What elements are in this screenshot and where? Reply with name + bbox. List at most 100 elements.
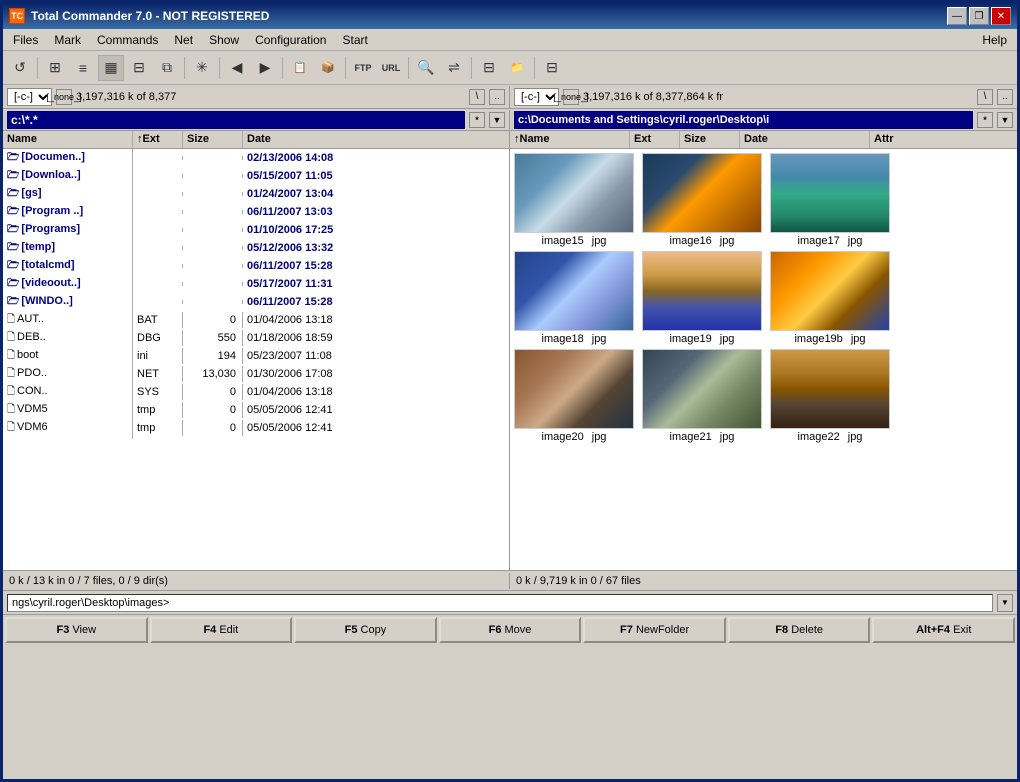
left-file-row[interactable]: 🗋VDM6 tmp 0 05/05/2006 12:41 [3,419,509,437]
file-date-cell: 06/11/2007 15:28 [243,258,509,274]
left-file-row[interactable]: 🗁[Programs] 01/10/2006 17:25 [3,221,509,239]
close-button[interactable]: ✕ [991,7,1011,25]
thumbnail-item[interactable]: image19b jpg [770,251,890,345]
left-drive-select[interactable]: [-c-] [7,88,52,106]
left-col-date-header[interactable]: Date [243,131,509,148]
left-filter-btn[interactable]: * [469,112,485,128]
toolbar-new-folder[interactable]: ✳ [189,55,215,81]
thumbnail-image [514,349,634,429]
left-file-row[interactable]: 🗁[gs] 01/24/2007 13:04 [3,185,509,203]
fkey-f4[interactable]: F4 Edit [150,617,293,643]
left-file-row[interactable]: 🗁[Program ..] 06/11/2007 13:03 [3,203,509,221]
fkey-f3[interactable]: F3 View [5,617,148,643]
toolbar-unpack[interactable]: 📁 [504,55,530,81]
toolbar-copy[interactable]: 📋 [287,55,313,81]
right-col-size-header[interactable]: Size [680,131,740,148]
toolbar-find[interactable]: 🔍 [413,55,439,81]
left-backslash-btn[interactable]: \ [469,89,485,105]
menu-start[interactable]: Start [336,31,373,49]
command-dropdown[interactable]: ▼ [997,594,1013,612]
file-date-cell: 01/04/2006 13:18 [243,384,509,400]
left-path[interactable]: c:\*.* [7,111,465,129]
right-up-btn[interactable]: .. [997,89,1013,105]
thumb-ext: jpg [848,235,863,247]
menu-commands[interactable]: Commands [91,31,164,49]
right-col-name-header[interactable]: ↑Name [510,131,630,148]
file-date-cell: 01/04/2006 13:18 [243,312,509,328]
fkey-f7[interactable]: F7 NewFolder [583,617,726,643]
file-icon: 🗋 [7,350,15,361]
left-col-name-header[interactable]: Name [3,131,133,148]
thumbnail-item[interactable]: image21 jpg [642,349,762,443]
toolbar-forward[interactable]: ▶ [252,55,278,81]
left-file-row[interactable]: 🗋CON.. SYS 0 01/04/2006 13:18 [3,383,509,401]
left-file-row[interactable]: 🗁[WINDO..] 06/11/2007 15:28 [3,293,509,311]
left-file-row[interactable]: 🗁[videoout..] 05/17/2007 11:31 [3,275,509,293]
toolbar-url[interactable]: URL [378,55,404,81]
right-col-date-header[interactable]: Date [740,131,870,148]
right-backslash-btn[interactable]: \ [977,89,993,105]
thumb-ext: jpg [592,431,607,443]
menu-help[interactable]: Help [976,31,1013,49]
file-icon: 🗁 [7,206,19,217]
right-filter-btn[interactable]: * [977,112,993,128]
file-size-cell [183,156,243,160]
left-file-row[interactable]: 🗋PDO.. NET 13,030 01/30/2006 17:08 [3,365,509,383]
right-volume-btn[interactable]: [_none_] [563,89,579,105]
toolbar-detail-view[interactable]: ≡ [70,55,96,81]
command-input[interactable] [7,594,993,612]
thumbnail-item[interactable]: image16 jpg [642,153,762,247]
menu-files[interactable]: Files [7,31,44,49]
left-file-row[interactable]: 🗋boot ini 194 05/23/2007 11:08 [3,347,509,365]
left-volume-btn[interactable]: [_none_] [56,89,72,105]
left-file-row[interactable]: 🗋VDM5 tmp 0 05/05/2006 12:41 [3,401,509,419]
right-path[interactable]: c:\Documents and Settings\cyril.roger\De… [514,111,973,129]
fkey-f6[interactable]: F6 Move [439,617,582,643]
left-file-row[interactable]: 🗁[temp] 05/12/2006 13:32 [3,239,509,257]
minimize-button[interactable]: — [947,7,967,25]
thumbnail-item[interactable]: image17 jpg [770,153,890,247]
left-col-size-header[interactable]: Size [183,131,243,148]
toolbar-extra1[interactable]: ⊟ [539,55,565,81]
toolbar-refresh[interactable]: ↺ [7,55,33,81]
fkey-f8[interactable]: F8 Delete [728,617,871,643]
toolbar-ftp[interactable]: FTP [350,55,376,81]
left-path-dropdown[interactable]: ▼ [489,112,505,128]
thumbnail-item[interactable]: image18 jpg [514,251,634,345]
left-file-row[interactable]: 🗁[Downloa..] 05/15/2007 11:05 [3,167,509,185]
menu-net[interactable]: Net [168,31,199,49]
thumbnail-image [514,251,634,331]
restore-button[interactable]: ❐ [969,7,989,25]
toolbar-move[interactable]: 📦 [315,55,341,81]
toolbar-pack[interactable]: ⊟ [476,55,502,81]
file-icon: 🗁 [7,260,19,271]
toolbar-sync[interactable]: ⇌ [441,55,467,81]
toolbar-tree[interactable]: ⊟ [126,55,152,81]
toolbar-back[interactable]: ◀ [224,55,250,81]
file-date-cell: 01/30/2006 17:08 [243,366,509,382]
left-file-row[interactable]: 🗁[Documen..] 02/13/2006 14:08 [3,149,509,167]
file-size-cell: 550 [183,330,243,346]
toolbar-brief-view[interactable]: ⊞ [42,55,68,81]
fkey-f5[interactable]: F5 Copy [294,617,437,643]
left-file-row[interactable]: 🗋DEB.. DBG 550 01/18/2006 18:59 [3,329,509,347]
fkey-alt-f4[interactable]: Alt+F4 Exit [872,617,1015,643]
left-file-row[interactable]: 🗋AUT.. BAT 0 01/04/2006 13:18 [3,311,509,329]
thumbnail-label: image22 jpg [798,431,863,443]
left-up-btn[interactable]: .. [489,89,505,105]
thumbnail-item[interactable]: image20 jpg [514,349,634,443]
right-path-dropdown[interactable]: ▼ [997,112,1013,128]
right-drive-select[interactable]: [-c-] [514,88,559,106]
toolbar-thumbnail-view[interactable]: ▦ [98,55,124,81]
left-col-ext-header[interactable]: ↑Ext [133,131,183,148]
menu-show[interactable]: Show [203,31,245,49]
thumbnail-item[interactable]: image19 jpg [642,251,762,345]
toolbar-compare[interactable]: ⧉ [154,55,180,81]
left-file-row[interactable]: 🗁[totalcmd] 06/11/2007 15:28 [3,257,509,275]
thumbnail-item[interactable]: image22 jpg [770,349,890,443]
right-col-attr-header[interactable]: Attr [870,131,1017,148]
right-col-ext-header[interactable]: Ext [630,131,680,148]
menu-configuration[interactable]: Configuration [249,31,332,49]
thumbnail-item[interactable]: image15 jpg [514,153,634,247]
menu-mark[interactable]: Mark [48,31,87,49]
